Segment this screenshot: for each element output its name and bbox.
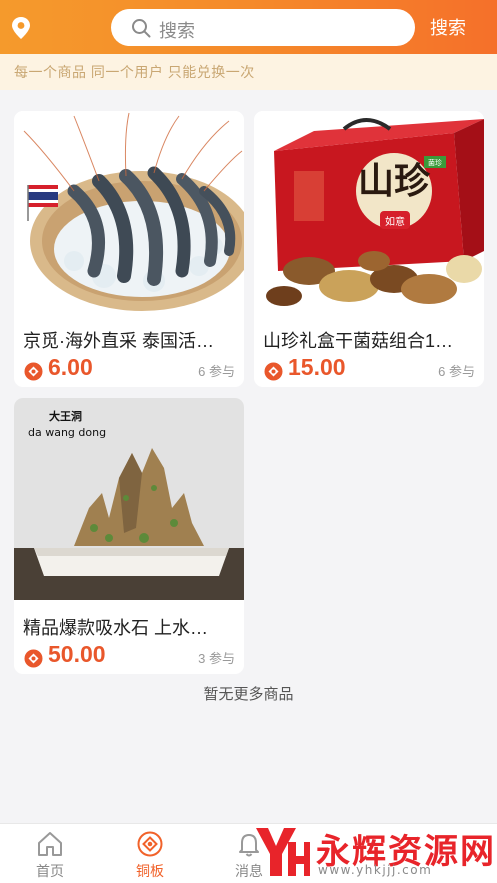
participants-count: 6 参与 xyxy=(198,364,235,379)
product-title: 京觅·海外直采 泰国活… xyxy=(23,331,214,351)
box-tag-text: 菌珍 xyxy=(428,158,442,167)
search-box[interactable]: 搜索 xyxy=(111,9,415,46)
product-title: 精品爆款吸水石 上水… xyxy=(23,618,209,638)
tab-label: 首页 xyxy=(36,863,64,879)
shrimp-basket-image xyxy=(14,111,244,313)
home-icon xyxy=(38,832,62,856)
notice-text: 每一个商品 同一个用户 只能兑换一次 xyxy=(14,64,255,80)
tab-home[interactable]: 首页 xyxy=(20,830,80,881)
top-header: 搜索 搜索 xyxy=(0,0,497,54)
search-icon xyxy=(132,19,151,38)
product-title: 山珍礼盒干菌菇组合1… xyxy=(263,331,454,351)
search-input[interactable]: 搜索 xyxy=(159,17,195,43)
product-card-shrimp[interactable]: 京觅·海外直采 泰国活… 6.00 6 参与 xyxy=(14,111,244,387)
watermark: 永辉资源网 www.yhkjjj.com xyxy=(250,822,497,883)
coin-icon xyxy=(24,649,43,668)
location-pin-icon[interactable] xyxy=(10,16,32,40)
rock-caption-en: da wang dong xyxy=(28,426,106,439)
search-button[interactable]: 搜索 xyxy=(430,14,466,40)
participants-count: 3 参与 xyxy=(198,651,235,666)
mushroom-giftbox-image: 山珍 如意 菌珍 xyxy=(254,111,484,313)
product-price: 6.00 xyxy=(48,354,93,380)
product-price: 50.00 xyxy=(48,641,106,667)
tab-coins[interactable]: 铜板 xyxy=(120,830,180,881)
coin-icon xyxy=(264,362,283,381)
rock-caption-cn: 大王洞 xyxy=(49,409,82,423)
tab-label: 铜板 xyxy=(136,863,164,879)
coin-icon xyxy=(24,362,43,381)
product-price: 15.00 xyxy=(288,354,346,380)
watermark-url: www.yhkjjj.com xyxy=(318,863,433,877)
box-badge-text: 如意 xyxy=(385,215,405,228)
rock-bonsai-image: 大王洞 da wang dong xyxy=(14,398,244,600)
no-more-items-text: 暂无更多商品 xyxy=(203,686,294,703)
coin-tab-icon xyxy=(137,831,163,857)
notice-bar: 每一个商品 同一个用户 只能兑换一次 xyxy=(0,54,497,90)
product-card-rock[interactable]: 大王洞 da wang dong 精品爆款吸水石 上水… 50.00 3 参与 xyxy=(14,398,244,674)
box-brand-text: 山珍 xyxy=(358,160,431,202)
product-card-mushroom[interactable]: 山珍 如意 菌珍 山珍礼盒干菌菇组合1… 15.00 6 参与 xyxy=(254,111,484,387)
watermark-logo-icon xyxy=(256,828,310,876)
participants-count: 6 参与 xyxy=(438,364,475,379)
